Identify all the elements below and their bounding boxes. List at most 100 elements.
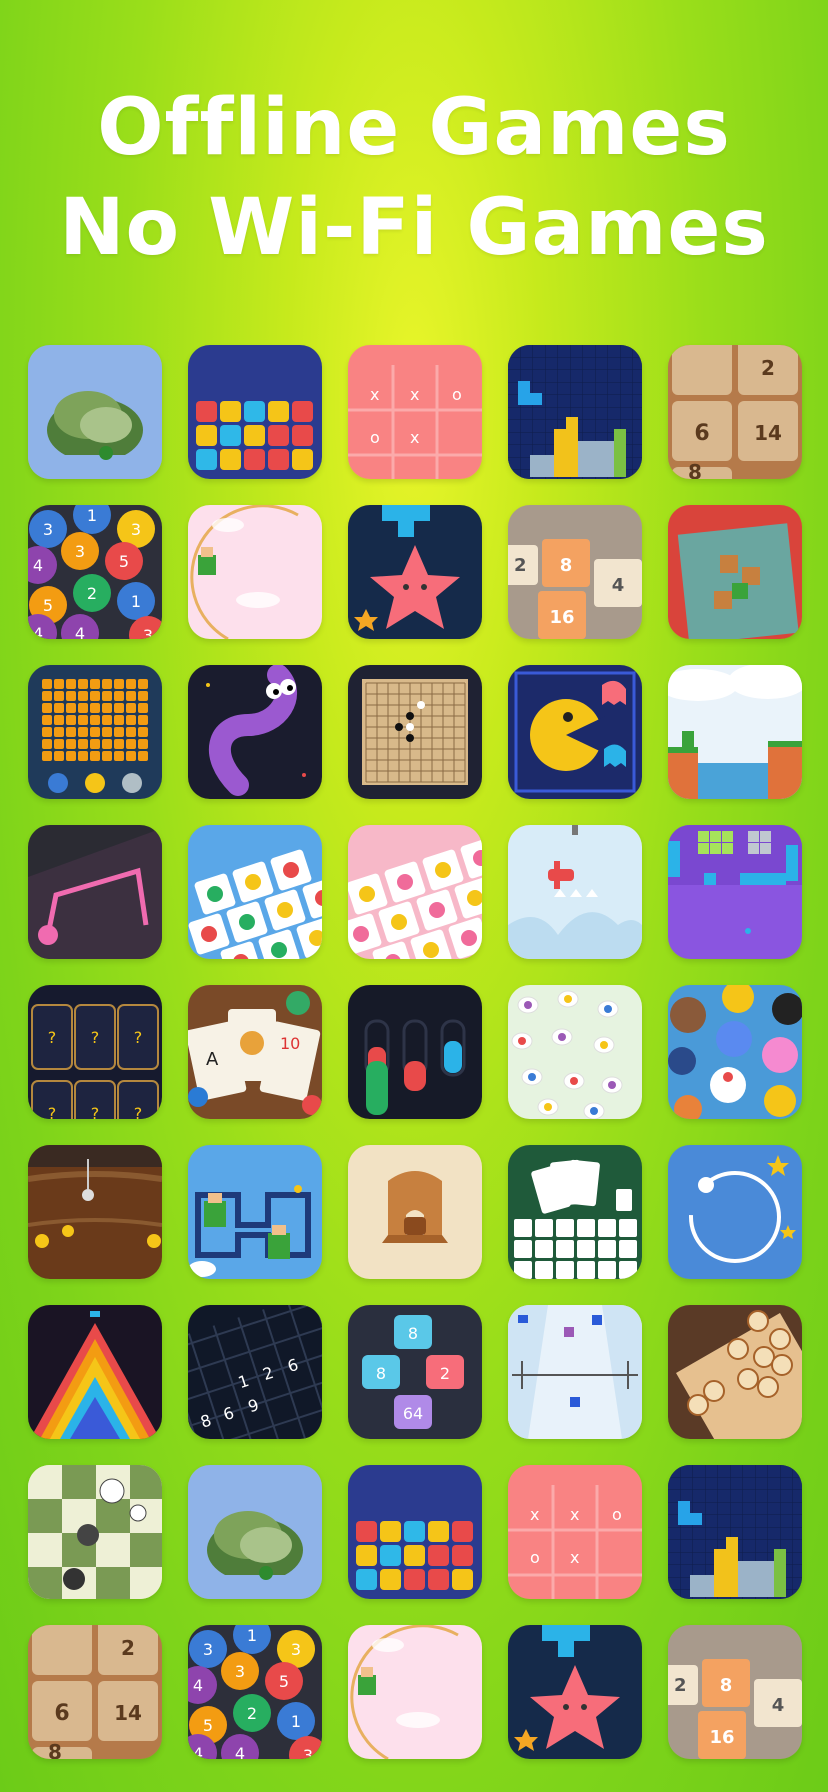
memory-cards-game-icon[interactable]: ??????: [28, 985, 162, 1119]
svg-text:o: o: [612, 1505, 622, 1524]
tic-tac-toe-artwork: x x o o x: [508, 1465, 642, 1599]
star-blocks-artwork: [188, 345, 322, 479]
svg-text:4: 4: [75, 624, 85, 639]
svg-text:?: ?: [91, 1028, 100, 1047]
orbit-ball-game-icon[interactable]: [668, 1145, 802, 1279]
svg-text:64: 64: [403, 1404, 423, 1423]
number-merge-2048-game-icon[interactable]: 2 6 14 8: [28, 1625, 162, 1759]
svg-text:4: 4: [612, 575, 625, 596]
ski-race-game-icon[interactable]: [508, 1305, 642, 1439]
water-sort-artwork: [348, 985, 482, 1119]
tree-runner-game-icon[interactable]: [28, 345, 162, 479]
svg-text:16: 16: [549, 607, 574, 628]
svg-text:3: 3: [235, 1662, 245, 1681]
joker-cards-game-icon[interactable]: A 10: [188, 985, 322, 1119]
plane-flight-game-icon[interactable]: [508, 825, 642, 959]
flower-tiles-game-icon[interactable]: [348, 825, 482, 959]
block-puzzle-game-icon[interactable]: [508, 345, 642, 479]
wood-block-game-icon[interactable]: [348, 1145, 482, 1279]
svg-text:8: 8: [376, 1364, 386, 1383]
svg-text:2: 2: [514, 555, 527, 576]
fruit-tiles-game-icon[interactable]: [188, 825, 322, 959]
svg-text:3: 3: [303, 1746, 313, 1759]
wood-block-artwork: [348, 1145, 482, 1279]
svg-text:4: 4: [235, 1744, 245, 1759]
merge-tiles-game-icon[interactable]: 2 8 4 16: [668, 1625, 802, 1759]
water-sort-game-icon[interactable]: [348, 985, 482, 1119]
svg-text:o: o: [370, 428, 380, 447]
chinese-chess-game-icon[interactable]: [668, 1305, 802, 1439]
ski-race-artwork: [508, 1305, 642, 1439]
bug-match-artwork: [508, 985, 642, 1119]
svg-text:2: 2: [674, 1675, 687, 1696]
star-tetris-game-icon[interactable]: [348, 505, 482, 639]
svg-text:?: ?: [91, 1104, 100, 1119]
stack-pyramid-game-icon[interactable]: [28, 1305, 162, 1439]
tic-tac-toe-artwork: x x o o x: [348, 345, 482, 479]
number-balls-game-icon[interactable]: 313435521443: [188, 1625, 322, 1759]
sudoku-game-icon[interactable]: 1268693: [188, 1305, 322, 1439]
number-merge-2048-game-icon[interactable]: 2 6 14 8: [668, 345, 802, 479]
jump-circle-game-icon[interactable]: [348, 1625, 482, 1759]
merge-tiles-artwork: 2 8 4 16: [508, 505, 642, 639]
svg-text:1: 1: [247, 1626, 257, 1645]
svg-text:x: x: [570, 1548, 579, 1567]
animal-match-artwork: [668, 985, 802, 1119]
number-hex-game-icon[interactable]: 8 8 2 64: [348, 1305, 482, 1439]
svg-text:8: 8: [688, 460, 702, 479]
star-blocks-game-icon[interactable]: [188, 345, 322, 479]
block-grid-game-icon[interactable]: [28, 665, 162, 799]
brick-breaker-game-icon[interactable]: [668, 825, 802, 959]
jump-circle-game-icon[interactable]: [188, 505, 322, 639]
tree-runner-artwork: [188, 1465, 322, 1599]
svg-text:5: 5: [119, 552, 129, 571]
number-hex-artwork: 8 8 2 64: [348, 1305, 482, 1439]
brick-breaker-artwork: [668, 825, 802, 959]
one-line-path-artwork: [28, 825, 162, 959]
svg-text:x: x: [410, 428, 419, 447]
tic-tac-toe-game-icon[interactable]: x x o o x: [348, 345, 482, 479]
merge-tiles-game-icon[interactable]: 2 8 4 16: [508, 505, 642, 639]
star-tetris-game-icon[interactable]: [508, 1625, 642, 1759]
gold-miner-game-icon[interactable]: [28, 1145, 162, 1279]
svg-text:A: A: [206, 1049, 219, 1070]
star-blocks-game-icon[interactable]: [348, 1465, 482, 1599]
svg-text:2: 2: [121, 1636, 135, 1660]
solitaire-artwork: [508, 1145, 642, 1279]
number-balls-game-icon[interactable]: 313435521443: [28, 505, 162, 639]
tree-runner-game-icon[interactable]: [188, 1465, 322, 1599]
hero-maze-game-icon[interactable]: [188, 1145, 322, 1279]
hero-maze-artwork: [188, 1145, 322, 1279]
box-pusher-game-icon[interactable]: [668, 505, 802, 639]
bug-match-game-icon[interactable]: [508, 985, 642, 1119]
svg-text:2: 2: [87, 584, 97, 603]
animal-match-game-icon[interactable]: [668, 985, 802, 1119]
tree-runner-artwork: [28, 345, 162, 479]
svg-text:x: x: [570, 1505, 579, 1524]
svg-text:3: 3: [75, 542, 85, 561]
number-balls-artwork: 31343552 144 3: [188, 1625, 322, 1759]
solitaire-game-icon[interactable]: [508, 1145, 642, 1279]
maze-chomper-game-icon[interactable]: [508, 665, 642, 799]
svg-text:6: 6: [694, 421, 709, 446]
gomoku-game-icon[interactable]: [348, 665, 482, 799]
tic-tac-toe-game-icon[interactable]: x x o o x: [508, 1465, 642, 1599]
block-puzzle-game-icon[interactable]: [668, 1465, 802, 1599]
svg-text:2: 2: [761, 356, 775, 380]
svg-text:4: 4: [33, 624, 43, 639]
block-grid-artwork: [28, 665, 162, 799]
svg-text:3: 3: [291, 1640, 301, 1659]
one-line-path-game-icon[interactable]: [28, 825, 162, 959]
flappy-jumper-artwork: [668, 665, 802, 799]
svg-text:8: 8: [720, 1675, 733, 1696]
worm-game-icon[interactable]: [188, 665, 322, 799]
merge-tiles-artwork: 2 8 4 16: [668, 1625, 802, 1759]
svg-text:x: x: [410, 385, 419, 404]
svg-text:x: x: [530, 1505, 539, 1524]
game-icon-grid: x x o o x 2 6 14 8 3 1 3 4 3 5 5 2 1 4 4 3 2 8 4 16?????? A 10 1 2 6 8…: [0, 0, 828, 1792]
chess-game-icon[interactable]: [28, 1465, 162, 1599]
number-merge-2048-artwork: 2 6 14 8: [28, 1625, 162, 1759]
flappy-jumper-game-icon[interactable]: [668, 665, 802, 799]
svg-text:?: ?: [48, 1104, 57, 1119]
fruit-tiles-artwork: [188, 825, 322, 959]
